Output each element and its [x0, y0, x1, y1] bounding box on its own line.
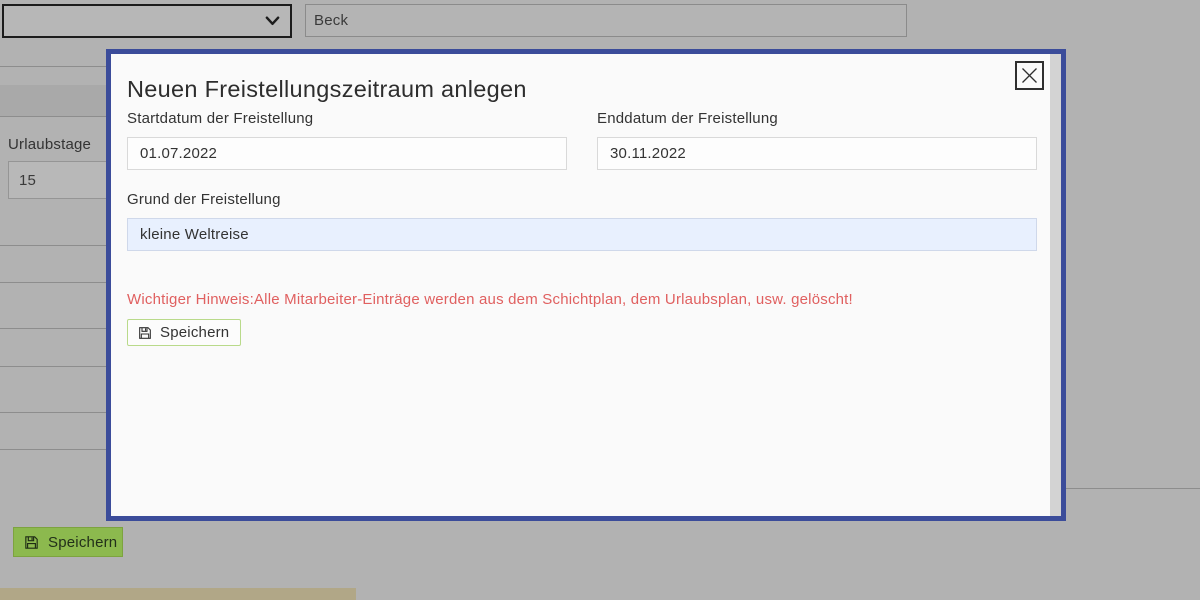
start-date-label: Startdatum der Freistellung [127, 110, 314, 127]
vacation-days-label: Urlaubstage [8, 136, 92, 153]
close-button[interactable] [1015, 61, 1044, 90]
name-search-input[interactable] [305, 4, 907, 37]
reason-label: Grund der Freistellung [127, 191, 281, 208]
modal-save-button[interactable]: Speichern [127, 319, 242, 346]
vacation-days-input[interactable] [8, 161, 108, 199]
modal-scrollbar-track[interactable] [1050, 54, 1061, 516]
background-save-button[interactable]: Speichern [13, 527, 123, 557]
end-date-input[interactable] [597, 137, 1037, 170]
start-date-input[interactable] [127, 137, 567, 170]
warning-text: Wichtiger Hinweis:Alle Mitarbeiter-Eintr… [127, 291, 853, 308]
modal-save-label: Speichern [160, 324, 230, 341]
app-screen: Urlaubstage Speichern Neuen Freistellung… [0, 0, 1200, 600]
background-dropdown[interactable] [2, 4, 292, 38]
freistellung-modal: Neuen Freistellungszeitraum anlegen Star… [106, 49, 1066, 521]
chevron-down-icon [265, 16, 280, 26]
floppy-disk-icon [137, 325, 153, 341]
reason-input[interactable] [127, 218, 1037, 251]
background-save-label: Speichern [48, 533, 118, 551]
close-icon [1019, 65, 1040, 86]
modal-title: Neuen Freistellungszeitraum anlegen [127, 76, 527, 102]
background-row-divider [1066, 488, 1200, 489]
end-date-label: Enddatum der Freistellung [597, 110, 778, 127]
background-bottom-band [0, 588, 356, 600]
floppy-disk-icon [23, 534, 40, 551]
